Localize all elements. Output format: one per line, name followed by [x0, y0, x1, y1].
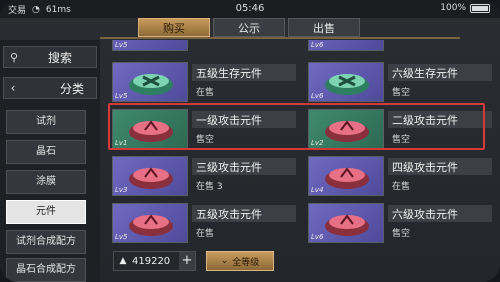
tabs-divider	[100, 37, 460, 39]
item-card[interactable]: Lv5 五级生存元件 在售	[112, 62, 296, 102]
sidebar-item-reagent-recipe[interactable]: 试剂合成配方	[6, 230, 86, 254]
sidebar-item-crystal-recipe[interactable]: 晶石合成配方	[6, 258, 86, 282]
battery-icon	[470, 3, 490, 13]
tab-public[interactable]: 公示	[213, 18, 285, 37]
item-name: 五级攻击元件	[196, 208, 262, 221]
item-name: 三级攻击元件	[196, 161, 262, 174]
level-label: Lv4	[311, 186, 324, 194]
sidebar-item-crystal[interactable]: 晶石	[6, 140, 86, 164]
item-stock: 在售	[196, 88, 215, 98]
tab-buy[interactable]: 购买	[138, 18, 210, 37]
item-card[interactable]: Lv3 三级攻击元件 在售 3	[112, 156, 296, 196]
item-card[interactable]: Lv5	[112, 40, 296, 51]
highlight-box	[108, 103, 485, 150]
item-thumbnail: Lv6	[308, 62, 384, 102]
level-filter-label: 全等级	[232, 257, 260, 268]
item-card[interactable]: Lv6 六级生存元件 售空	[308, 62, 492, 102]
item-thumbnail: Lv6	[308, 203, 384, 243]
clock: 05:46	[235, 3, 265, 14]
chevron-down-icon: ⌄	[220, 256, 229, 266]
item-card[interactable]: Lv5 五级攻击元件 在售	[112, 203, 296, 243]
item-thumbnail: Lv5	[112, 40, 188, 51]
level-label: Lv6	[311, 233, 324, 241]
item-thumbnail: Lv3	[112, 156, 188, 196]
game-screen: 交易 ◔ 61ms 05:46 100% 购买 公示 出售 ⚲ 搜索 ‹ 分类 …	[0, 0, 500, 282]
item-card[interactable]: Lv6	[308, 40, 492, 51]
level-filter-button[interactable]: ⌄ 全等级	[206, 251, 274, 271]
item-name: 五级生存元件	[196, 67, 262, 80]
sidebar-item-reagent[interactable]: 试剂	[6, 110, 86, 134]
level-label: Lv5	[115, 41, 128, 49]
wallet: ▲ 419220 +	[113, 251, 196, 271]
sidebar-item-coating[interactable]: 涂膜	[6, 170, 86, 194]
search-icon: ⚲	[9, 50, 19, 64]
level-label: Lv5	[115, 233, 128, 241]
item-thumbnail: Lv5	[112, 62, 188, 102]
level-label: Lv3	[115, 186, 128, 194]
item-name: 六级攻击元件	[392, 208, 458, 221]
search-button[interactable]: ⚲ 搜索	[3, 46, 97, 68]
item-name: 六级生存元件	[392, 67, 458, 80]
item-stock: 售空	[392, 88, 411, 98]
category-header[interactable]: ‹ 分类	[3, 77, 97, 99]
status-bar: 交易 ◔ 61ms 05:46 100%	[0, 0, 500, 18]
item-card[interactable]: Lv4 四级攻击元件 在售	[308, 156, 492, 196]
item-name: 四级攻击元件	[392, 161, 458, 174]
tab-sell[interactable]: 出售	[288, 18, 360, 37]
sidebar: ⚲ 搜索 ‹ 分类 试剂 晶石 涂膜 元件 试剂合成配方 晶石合成配方	[0, 40, 100, 282]
sidebar-item-component[interactable]: 元件	[6, 200, 86, 224]
item-thumbnail: Lv4	[308, 156, 384, 196]
chevron-left-icon: ‹	[10, 81, 16, 95]
currency-icon: ▲	[119, 256, 127, 266]
item-card[interactable]: Lv6 六级攻击元件 售空	[308, 203, 492, 243]
item-stock: 售空	[392, 229, 411, 239]
item-stock: 在售	[392, 182, 411, 192]
wallet-amount: 419220	[132, 255, 171, 267]
item-stock: 在售	[196, 229, 215, 239]
item-thumbnail: Lv5	[112, 203, 188, 243]
market-tabs: 购买 公示 出售	[138, 18, 360, 37]
category-label: 分类	[59, 81, 84, 96]
search-label: 搜索	[47, 50, 72, 65]
level-label: Lv6	[311, 92, 324, 100]
level-label: Lv5	[115, 92, 128, 100]
item-thumbnail: Lv6	[308, 40, 384, 51]
level-label: Lv6	[311, 41, 324, 49]
item-stock: 在售 3	[196, 182, 223, 192]
add-currency-button[interactable]: +	[179, 252, 195, 270]
battery-label: 100%	[440, 3, 466, 13]
